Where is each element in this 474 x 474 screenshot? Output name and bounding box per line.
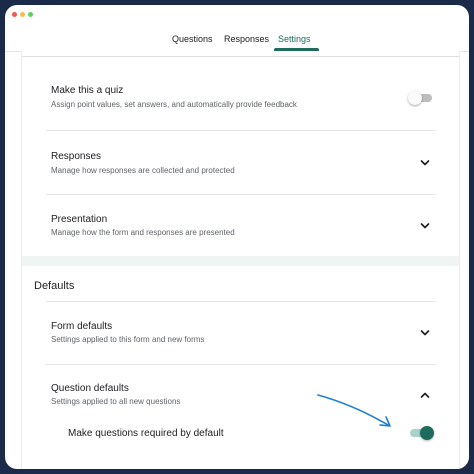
required-by-default-toggle[interactable] <box>408 426 434 440</box>
app-window: Questions Responses Settings Make this a… <box>5 5 469 469</box>
tab-questions[interactable]: Questions <box>172 34 213 44</box>
form-defaults-title: Form defaults <box>51 321 113 332</box>
divider <box>46 130 436 131</box>
divider <box>46 194 436 195</box>
responses-expand-chevron-down-icon[interactable] <box>418 156 432 170</box>
divider <box>46 364 436 365</box>
defaults-heading: Defaults <box>34 280 75 292</box>
responses-setting-subtitle: Manage how responses are collected and p… <box>51 166 235 175</box>
close-window-dot[interactable] <box>12 12 17 17</box>
presentation-setting-title: Presentation <box>51 214 108 225</box>
question-defaults-collapse-chevron-up-icon[interactable] <box>418 388 432 402</box>
section-separator-band <box>22 256 459 266</box>
tab-bar: Questions Responses Settings <box>5 29 469 52</box>
presentation-setting-subtitle: Manage how the form and responses are pr… <box>51 228 235 237</box>
window-titlebar <box>5 5 469 19</box>
settings-panel: Make this a quiz Assign point values, se… <box>21 51 460 469</box>
quiz-toggle[interactable] <box>408 91 434 105</box>
responses-setting-title: Responses <box>51 151 102 162</box>
maximize-window-dot[interactable] <box>28 12 33 17</box>
divider <box>46 301 436 302</box>
presentation-expand-chevron-down-icon[interactable] <box>418 219 432 233</box>
tab-responses[interactable]: Responses <box>224 34 269 44</box>
quiz-setting-title: Make this a quiz <box>51 85 124 96</box>
quiz-toggle-knob <box>408 91 422 105</box>
minimize-window-dot[interactable] <box>20 12 25 17</box>
quiz-setting-subtitle: Assign point values, set answers, and au… <box>51 100 297 109</box>
card-top-edge <box>22 56 459 57</box>
required-by-default-label: Make questions required by default <box>68 428 224 439</box>
annotation-arrow-icon <box>317 394 391 427</box>
form-defaults-expand-chevron-down-icon[interactable] <box>418 326 432 340</box>
question-defaults-title: Question defaults <box>51 383 129 394</box>
form-defaults-subtitle: Settings applied to this form and new fo… <box>51 335 205 344</box>
tab-settings[interactable]: Settings <box>278 34 311 44</box>
required-toggle-knob <box>420 426 434 440</box>
question-defaults-subtitle: Settings applied to all new questions <box>51 397 181 406</box>
